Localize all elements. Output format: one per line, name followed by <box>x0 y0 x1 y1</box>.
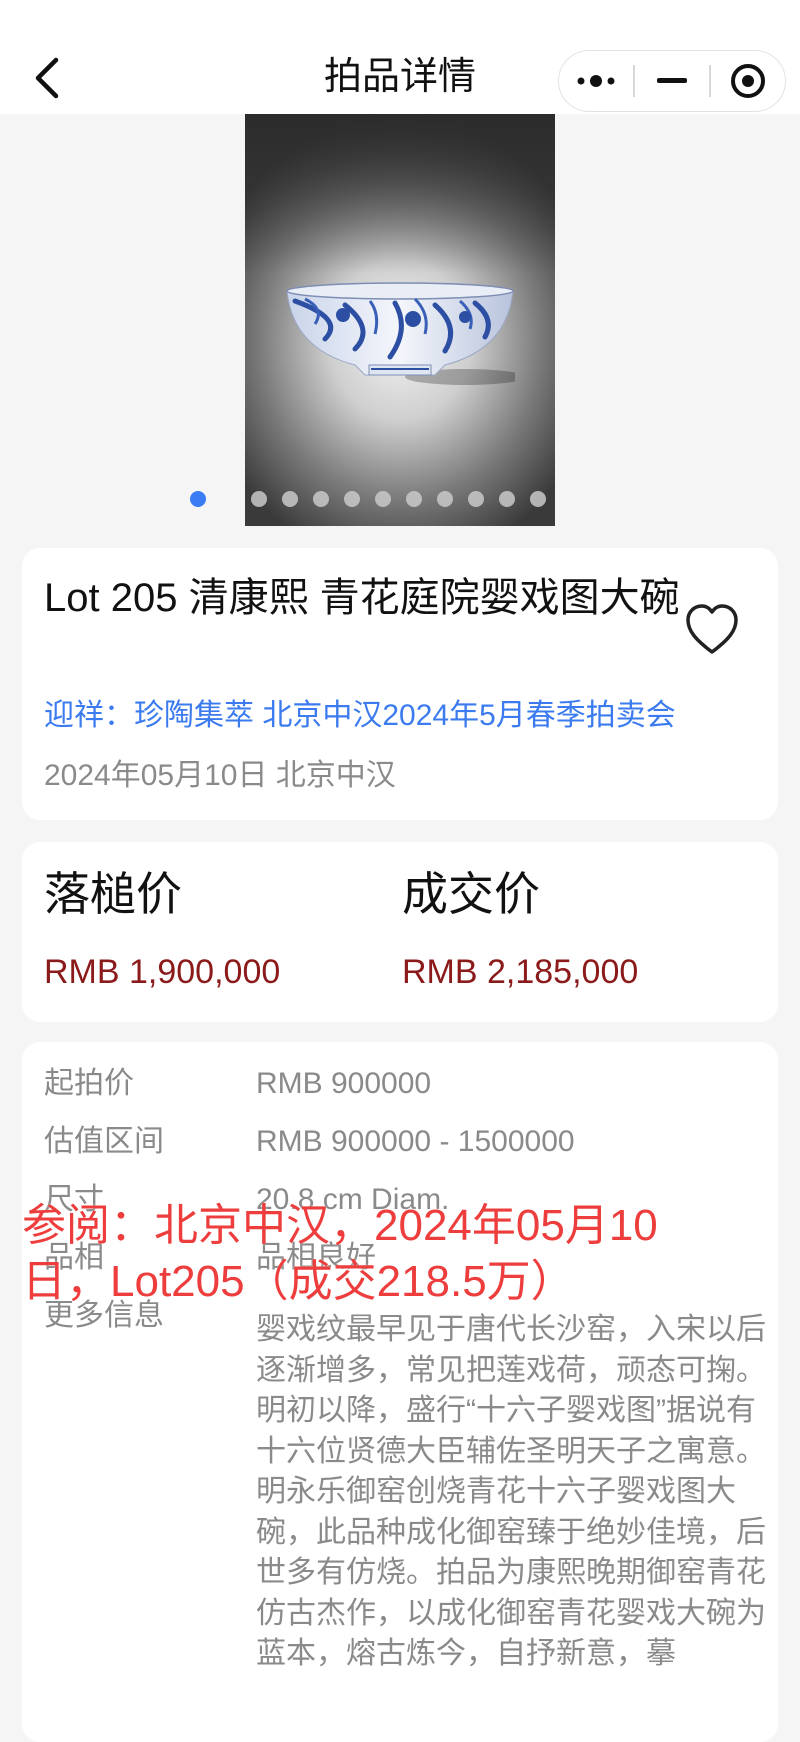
start-price-value: RMB 900000 <box>256 1067 432 1100</box>
minimize-button[interactable] <box>635 51 709 111</box>
mini-program-capsule <box>558 50 786 112</box>
lot-image-carousel[interactable] <box>245 114 555 526</box>
carousel-dot[interactable] <box>313 491 329 507</box>
carousel-pagination <box>190 491 561 507</box>
minimize-icon <box>656 78 687 83</box>
carousel-dot[interactable] <box>282 491 298 507</box>
lot-title-card: Lot 205 清康熙 青花庭院婴戏图大碗 迎祥：珍陶集萃 北京中汉2024年5… <box>22 548 778 820</box>
nav-header: 拍品详情 <box>0 0 800 114</box>
more-button[interactable] <box>559 51 633 111</box>
carousel-dot[interactable] <box>406 491 422 507</box>
carousel-dot[interactable] <box>344 491 360 507</box>
start-price-label: 起拍价 <box>44 1067 134 1100</box>
carousel-dot-active[interactable] <box>190 491 206 507</box>
auction-date-house: 2024年05月10日 北京中汉 <box>44 759 396 792</box>
estimate-value: RMB 900000 - 1500000 <box>256 1125 575 1158</box>
price-card: 落槌价 RMB 1,900,000 成交价 RMB 2,185,000 <box>22 842 778 1022</box>
reference-overlay-caption: 参阅：北京中汉，2024年05月10日，Lot205（成交218.5万） <box>22 1201 658 1306</box>
close-miniprogram-button[interactable] <box>711 51 785 111</box>
carousel-dot[interactable] <box>499 491 515 507</box>
hammer-price-value: RMB 1,900,000 <box>44 953 281 991</box>
target-close-icon <box>730 64 765 98</box>
lot-title: Lot 205 清康熙 青花庭院婴戏图大碗 <box>44 576 680 620</box>
carousel-dot[interactable] <box>437 491 453 507</box>
sold-price-value: RMB 2,185,000 <box>402 953 639 991</box>
favorite-button[interactable] <box>682 600 742 660</box>
sold-price-block: 成交价 RMB 2,185,000 <box>402 864 638 994</box>
carousel-dot[interactable] <box>251 491 267 507</box>
hammer-price-label: 落槌价 <box>44 868 182 920</box>
auction-session-link[interactable]: 迎祥：珍陶集萃 北京中汉2024年5月春季拍卖会 <box>44 696 676 736</box>
hammer-price-block: 落槌价 RMB 1,900,000 <box>44 864 280 994</box>
carousel-dot[interactable] <box>375 491 391 507</box>
more-info-text: 婴戏纹最早见于唐代长沙窑，入宋以后逐渐增多，常见把莲戏荷，顽态可掬。明初以降，盛… <box>256 1313 766 1670</box>
carousel-dot[interactable] <box>530 491 546 507</box>
image-backdrop <box>245 114 555 274</box>
carousel-dot[interactable] <box>468 491 484 507</box>
estimate-label: 估值区间 <box>44 1125 164 1158</box>
more-dots-icon <box>577 75 615 87</box>
sold-price-label: 成交价 <box>402 868 540 920</box>
porcelain-bowl-image <box>286 282 515 385</box>
heart-outline-icon <box>686 604 738 654</box>
lot-details-card: 起拍价 RMB 900000 估值区间 RMB 900000 - 1500000… <box>22 1042 778 1742</box>
